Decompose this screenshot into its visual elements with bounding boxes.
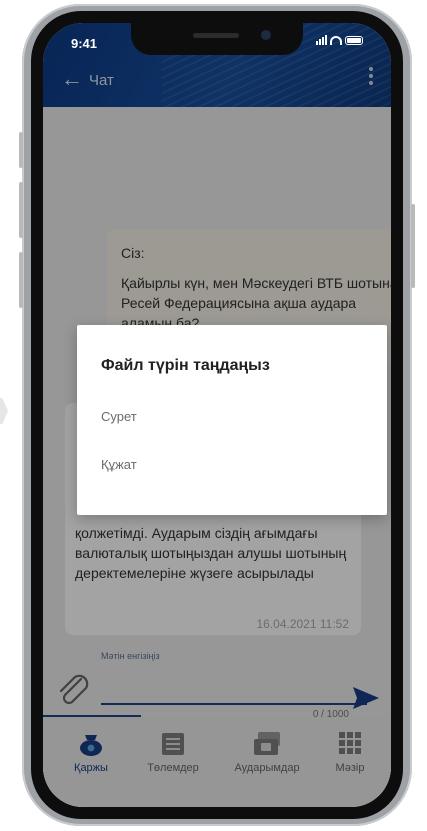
mute-switch xyxy=(19,132,23,168)
option-document[interactable]: Құжат xyxy=(101,457,137,472)
phone-bezel: ← Чат Сіз: Қайырлы күн, мен Мәскеудегі В… xyxy=(31,11,403,819)
option-photo[interactable]: Сурет xyxy=(101,409,137,424)
speaker-grille xyxy=(193,33,239,38)
app-screen: ← Чат Сіз: Қайырлы күн, мен Мәскеудегі В… xyxy=(43,23,391,807)
status-icons xyxy=(316,35,363,45)
dialog-title: Файл түрін таңдаңыз xyxy=(101,357,270,374)
battery-icon xyxy=(345,35,363,45)
volume-down-button xyxy=(19,252,23,308)
front-camera xyxy=(261,30,271,40)
phone-frame: ← Чат Сіз: Қайырлы күн, мен Мәскеудегі В… xyxy=(19,4,415,826)
status-time: 9:41 xyxy=(71,36,98,51)
signal-icon xyxy=(316,35,327,45)
phone-notch xyxy=(131,23,303,55)
file-type-dialog: Файл түрін таңдаңыз Сурет Құжат xyxy=(77,325,387,515)
volume-up-button xyxy=(19,182,23,238)
wifi-icon xyxy=(330,35,342,45)
side-chevron-decoration xyxy=(0,398,8,424)
power-button xyxy=(411,204,415,288)
